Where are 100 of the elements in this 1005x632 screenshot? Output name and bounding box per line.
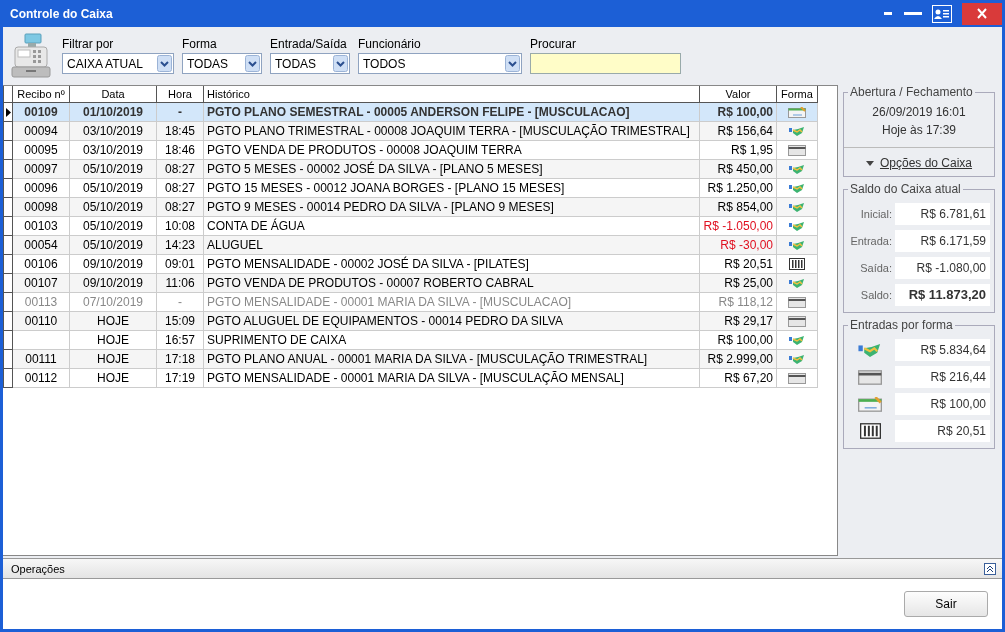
table-cell: HOJE [69,368,157,388]
search-field[interactable] [530,53,681,74]
column-header[interactable]: Forma [776,86,818,103]
table-cell: CONTA DE ÁGUA [203,216,700,236]
card-payment-icon [788,296,806,308]
table-row[interactable]: 00107 09/10/2019 11:06 PGTO VENDA DE PRODUTOS - 00007 ROBERTO CABRAL R$ 25,00 [3,273,818,293]
table-row[interactable]: 00094 03/10/2019 18:45 PGTO PLANO TRIMESTRAL - 00008 JOAQUIM TERRA - [MUSCULAÇÃO TRIMESTRAL] R$ 156,64 [3,121,818,141]
balance-label: Saída: [859,262,892,274]
panel-title: Abertura / Fechamento [849,85,974,99]
column-header[interactable]: Valor [699,86,777,103]
table-row[interactable]: 00095 03/10/2019 18:46 PGTO VENDA DE PRODUTOS - 00008 JOAQUIM TERRA R$ 1,95 [3,140,818,160]
table-row[interactable]: 00111 HOJE 17:18 PGTO PLANO ANUAL - 00001 MARIA DA SILVA - [MUSCULAÇÃO TRIMESTRAL] R$ 2.999,00 [3,349,818,369]
table-row[interactable]: 00097 05/10/2019 08:27 PGTO 5 MESES - 00002 JOSÉ DA SILVA - [PLANO 5 MESES] R$ 450,00 [3,159,818,179]
table-cell: 00095 [12,140,70,160]
table-cell: 05/10/2019 [69,216,157,236]
filter-label: Forma [182,37,218,51]
cash-payment-icon [789,335,805,345]
filter-dropdown[interactable]: CAIXA ATUAL [62,53,174,74]
card-payment-icon [788,372,806,384]
table-cell: PGTO MENSALIDADE - 00002 JOSÉ DA SILVA - [PILATES] [203,254,700,274]
column-header[interactable]: Data [69,86,157,103]
table-cell: 08:27 [156,178,204,198]
table-cell [12,330,70,350]
table-row[interactable]: 00096 05/10/2019 08:27 PGTO 15 MESES - 00012 JOANA BORGES - [PLANO 15 MESES] R$ 1.250,00 [3,178,818,198]
table-cell: 00103 [12,216,70,236]
barcode-payment-icon [859,423,881,439]
cash-options-link[interactable]: Opções do Caixa [879,156,973,170]
contact-card-icon[interactable] [932,4,952,23]
cash-payment-icon [789,164,805,174]
cash-register-icon [11,32,51,78]
table-cell: R$ 20,51 [699,254,777,274]
table-cell: - [156,292,204,312]
cash-payment-icon [789,354,805,364]
table-cell: PGTO VENDA DE PRODUTOS - 00008 JOAQUIM TERRA [203,140,700,160]
closing-time: Hoje às 17:39 [881,123,957,137]
column-header[interactable]: Recibo nº [12,86,70,103]
table-cell: 10:08 [156,216,204,236]
table-cell: R$ 118,12 [699,292,777,312]
table-row[interactable]: 00112 HOJE 17:19 PGTO MENSALIDADE - 00001 MARIA DA SILVA - [MUSCULAÇÃO MENSAL] R$ 67,20 [3,368,818,388]
table-row[interactable]: 00110 HOJE 15:09 PGTO ALUGUEL DE EQUIPAMENTOS - 00014 PEDRO DA SILVA R$ 29,17 [3,311,818,331]
close-button[interactable] [962,2,1002,25]
table-cell: R$ 1,95 [699,140,777,160]
filter-label: Funcionário [358,37,422,51]
cash-payment-icon [789,278,805,288]
table-cell: R$ 67,20 [699,368,777,388]
balance-value: R$ 6.781,61 [895,203,990,225]
table-cell: R$ 100,00 [699,330,777,350]
method-total: R$ 100,00 [895,393,990,415]
table-cell: 09:01 [156,254,204,274]
filter-dropdown[interactable]: TODAS [182,53,262,74]
table-cell: 18:46 [156,140,204,160]
balance-value: R$ -1.080,00 [895,257,990,279]
table-row[interactable]: 00113 07/10/2019 - PGTO MENSALIDADE - 00001 MARIA DA SILVA - [MUSCULACAO] R$ 118,12 [3,292,818,312]
row-pointer-icon [5,107,11,117]
card-payment-icon [788,315,806,327]
table-cell: 09/10/2019 [69,254,157,274]
table-cell: 17:19 [156,368,204,388]
table-cell: 07/10/2019 [69,292,157,312]
table-row[interactable]: 00109 01/10/2019 - PGTO PLANO SEMESTRAL - 00005 ANDERSON FELIPE - [MUSCULACAO] R$ 100,00 [3,102,818,122]
minimize-small-icon[interactable] [882,11,894,16]
close-icon [977,8,987,19]
table-row[interactable]: 00054 05/10/2019 14:23 ALUGUEL R$ -30,00 [3,235,818,255]
column-header[interactable]: Histórico [203,86,700,103]
balance-label: Saldo: [859,289,892,301]
table-row[interactable]: HOJE 16:57 SUPRIMENTO DE CAIXA R$ 100,00 [3,330,818,350]
filter-dropdown[interactable]: TODOS [358,53,522,74]
table-cell: 03/10/2019 [69,140,157,160]
search-label: Procurar [530,37,577,51]
operations-title: Operações [11,562,65,575]
cash-payment-icon [789,183,805,193]
column-header[interactable]: Hora [156,86,204,103]
exit-button[interactable]: Sair [904,591,988,617]
table-cell: 16:57 [156,330,204,350]
table-cell: 05/10/2019 [69,178,157,198]
table-cell: 00113 [12,292,70,312]
table-cell: PGTO 15 MESES - 00012 JOANA BORGES - [PLANO 15 MESES] [203,178,700,198]
collapse-icon[interactable] [984,562,996,575]
table-cell: 00112 [12,368,70,388]
cash-payment-icon [789,202,805,212]
table-cell: SUPRIMENTO DE CAIXA [203,330,700,350]
table-row[interactable]: 00103 05/10/2019 10:08 CONTA DE ÁGUA R$ -1.050,00 [3,216,818,236]
table-row[interactable]: 00106 09/10/2019 09:01 PGTO MENSALIDADE - 00002 JOSÉ DA SILVA - [PILATES] R$ 20,51 [3,254,818,274]
opening-time: 26/09/2019 16:01 [872,105,966,119]
check-payment-icon [858,396,882,412]
table-row[interactable]: 00098 05/10/2019 08:27 PGTO 9 MESES - 00014 PEDRO DA SILVA - [PLANO 9 MESES] R$ 854,00 [3,197,818,217]
panel-title: Saldo do Caixa atual [849,182,962,196]
minimize-icon[interactable] [904,11,922,16]
table-cell: 00096 [12,178,70,198]
balance-value: R$ 6.171,59 [895,230,990,252]
filter-dropdown[interactable]: TODAS [270,53,350,74]
filter-label: Filtrar por [62,37,115,51]
table-cell: 00106 [12,254,70,274]
check-payment-icon [788,106,806,118]
caret-icon [865,160,874,166]
filter-label: Entrada/Saída [270,37,348,51]
window-title: Controle do Caixa [9,6,113,21]
cash-payment-icon [789,221,805,231]
barcode-payment-icon [789,258,805,270]
cash-payment-icon [858,343,882,357]
table-cell: R$ 1.250,00 [699,178,777,198]
